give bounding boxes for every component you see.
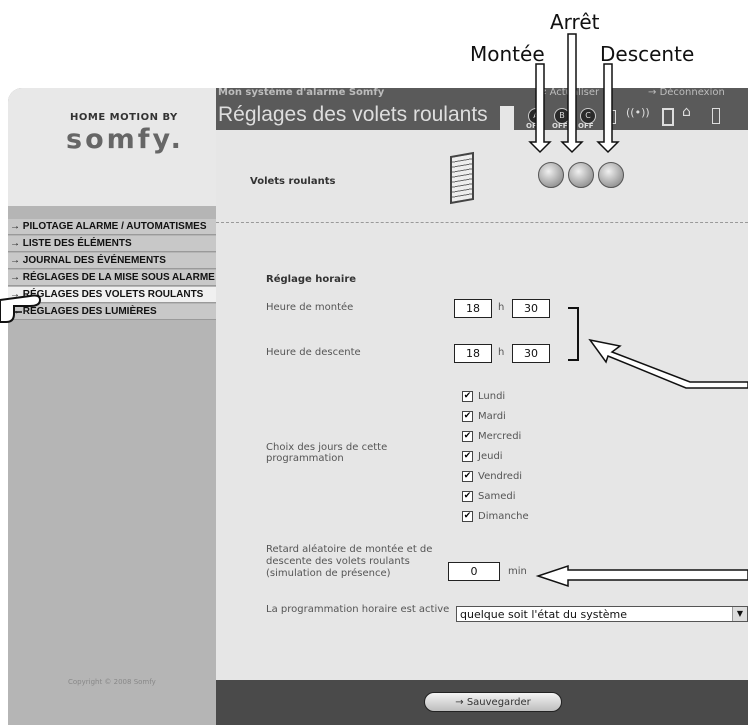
delay-pointer-arrow bbox=[535, 564, 748, 588]
arret-arrow bbox=[560, 33, 584, 154]
descente-arrow bbox=[596, 63, 620, 154]
montee-arrow bbox=[528, 63, 552, 154]
pointing-hand-icon bbox=[0, 294, 42, 323]
annotation-overlay bbox=[0, 33, 748, 588]
time-bracket bbox=[568, 307, 579, 361]
time-pointer-arrow bbox=[588, 338, 748, 389]
